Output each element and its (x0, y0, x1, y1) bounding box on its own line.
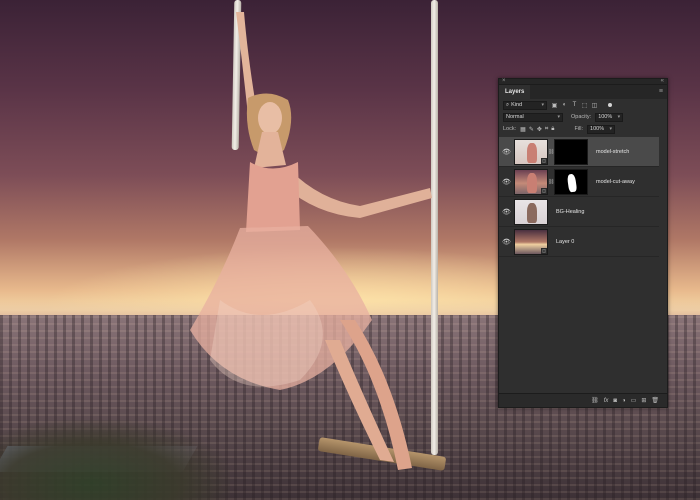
collapse-icon[interactable]: « (661, 78, 664, 84)
chevron-down-icon: ▾ (557, 114, 560, 120)
figure-thumbnail-shape (527, 142, 537, 163)
lock-row: Lock: ▦ ✎ ✥ ⌗ 🔒︎ Fill: 100% ▾ (499, 123, 667, 135)
fill-field[interactable]: 100% ▾ (587, 124, 616, 134)
shape-filter-icon[interactable]: ⬚ (581, 102, 588, 109)
fx-icon[interactable]: fx (604, 398, 609, 404)
blend-mode-value: Normal (506, 114, 524, 120)
smart-object-badge-icon: ◫ (541, 247, 547, 254)
link-layers-icon[interactable]: ⛓︎ (591, 397, 599, 404)
panel-footer: ⛓︎ fx ◙ ◑ ▭ ⊞ 🗑︎ (499, 393, 667, 407)
tab-layers[interactable]: Layers (499, 85, 531, 99)
fill-value: 100% (590, 126, 605, 132)
figure-thumbnail-shape (527, 172, 537, 193)
smart-object-badge-icon: ◫ (541, 187, 547, 194)
chevron-down-icon: ▾ (541, 102, 544, 108)
adjustment-layer-icon[interactable]: ◑ (622, 398, 626, 404)
blend-mode-dropdown[interactable]: Normal ▾ (503, 112, 563, 122)
layer-name[interactable]: model-cut-away (596, 179, 635, 185)
lock-position-icon[interactable]: ✥ (537, 126, 542, 133)
panel-menu-icon[interactable]: ≡ (659, 88, 663, 95)
mask-figure-shape (566, 173, 578, 192)
layer-name[interactable]: model-stretch (596, 149, 629, 155)
visibility-eye-icon[interactable]: 👁︎ (502, 238, 512, 246)
layer-name[interactable]: BG-Healing (556, 209, 584, 215)
opacity-field[interactable]: 100% ▾ (595, 112, 624, 122)
pixel-filter-icon[interactable]: ▣ (551, 102, 558, 109)
filter-icons: ▣ ◐ T ⬚ ◫ (551, 102, 598, 109)
opacity-label: Opacity: (571, 114, 592, 120)
layer-thumbnail[interactable]: ◫ (514, 168, 548, 195)
close-icon[interactable]: × (502, 78, 506, 84)
layer-thumbnail[interactable] (514, 198, 548, 225)
layer-row-model-cut-away[interactable]: 👁︎ ◫ ⛓︎ model-cut-away (499, 167, 659, 197)
layer-row-layer-0[interactable]: 👁︎ ◫ Layer 0 (499, 227, 659, 257)
new-group-icon[interactable]: ▭ (631, 397, 637, 404)
lock-all-icon[interactable]: 🔒︎ (551, 126, 554, 133)
woman-on-swing (190, 12, 432, 470)
layer-list: 👁︎ ◫ ⛓︎ model-stretch 👁︎ ◫ ⛓︎ model-cut-… (499, 137, 659, 257)
filter-kind-dropdown[interactable]: ⌕ Kind ▾ (503, 100, 547, 110)
filter-kind-label: Kind (511, 102, 523, 108)
fill-label: Fill: (574, 126, 584, 132)
type-filter-icon[interactable]: T (571, 102, 578, 108)
filter-toggle[interactable] (608, 103, 612, 107)
smart-object-badge-icon: ◫ (541, 157, 547, 164)
smart-object-filter-icon[interactable]: ◫ (591, 102, 598, 109)
layer-row-bg-healing[interactable]: 👁︎ BG-Healing (499, 197, 659, 227)
lock-label: Lock: (503, 126, 517, 132)
chevron-down-icon: ▾ (617, 114, 621, 120)
layer-mask-thumbnail[interactable] (554, 168, 588, 195)
opacity-value: 100% (598, 114, 613, 120)
trash-icon[interactable]: 🗑︎ (651, 397, 659, 404)
panel-tab-row: Layers ≡ (499, 85, 667, 99)
adjustment-filter-icon[interactable]: ◐ (561, 102, 568, 108)
lock-paint-icon[interactable]: ✎ (529, 126, 534, 133)
layers-panel: × « Layers ≡ ⌕ Kind ▾ ▣ ◐ T ⬚ ◫ Normal ▾… (498, 78, 668, 408)
layer-mask-thumbnail[interactable] (554, 138, 588, 165)
filter-row: ⌕ Kind ▾ ▣ ◐ T ⬚ ◫ (499, 99, 667, 111)
add-mask-icon[interactable]: ◙ (613, 398, 617, 404)
visibility-eye-icon[interactable]: 👁︎ (502, 148, 512, 156)
layer-thumbnail[interactable]: ◫ (514, 138, 548, 165)
chevron-down-icon: ▾ (609, 126, 613, 132)
new-layer-icon[interactable]: ⊞ (641, 397, 646, 404)
blend-row: Normal ▾ Opacity: 100% ▾ (499, 111, 667, 123)
visibility-eye-icon[interactable]: 👁︎ (502, 178, 512, 186)
layer-row-model-stretch[interactable]: 👁︎ ◫ ⛓︎ model-stretch (499, 137, 659, 167)
visibility-eye-icon[interactable]: 👁︎ (502, 208, 512, 216)
figure-thumbnail-shape (527, 202, 537, 223)
lock-transparent-icon[interactable]: ▦ (520, 126, 526, 133)
search-icon: ⌕ (506, 101, 510, 108)
layer-thumbnail[interactable]: ◫ (514, 228, 548, 255)
lock-artboard-icon[interactable]: ⌗ (545, 126, 548, 133)
layer-name[interactable]: Layer 0 (556, 239, 574, 245)
lock-icons: ▦ ✎ ✥ ⌗ 🔒︎ (520, 126, 554, 133)
